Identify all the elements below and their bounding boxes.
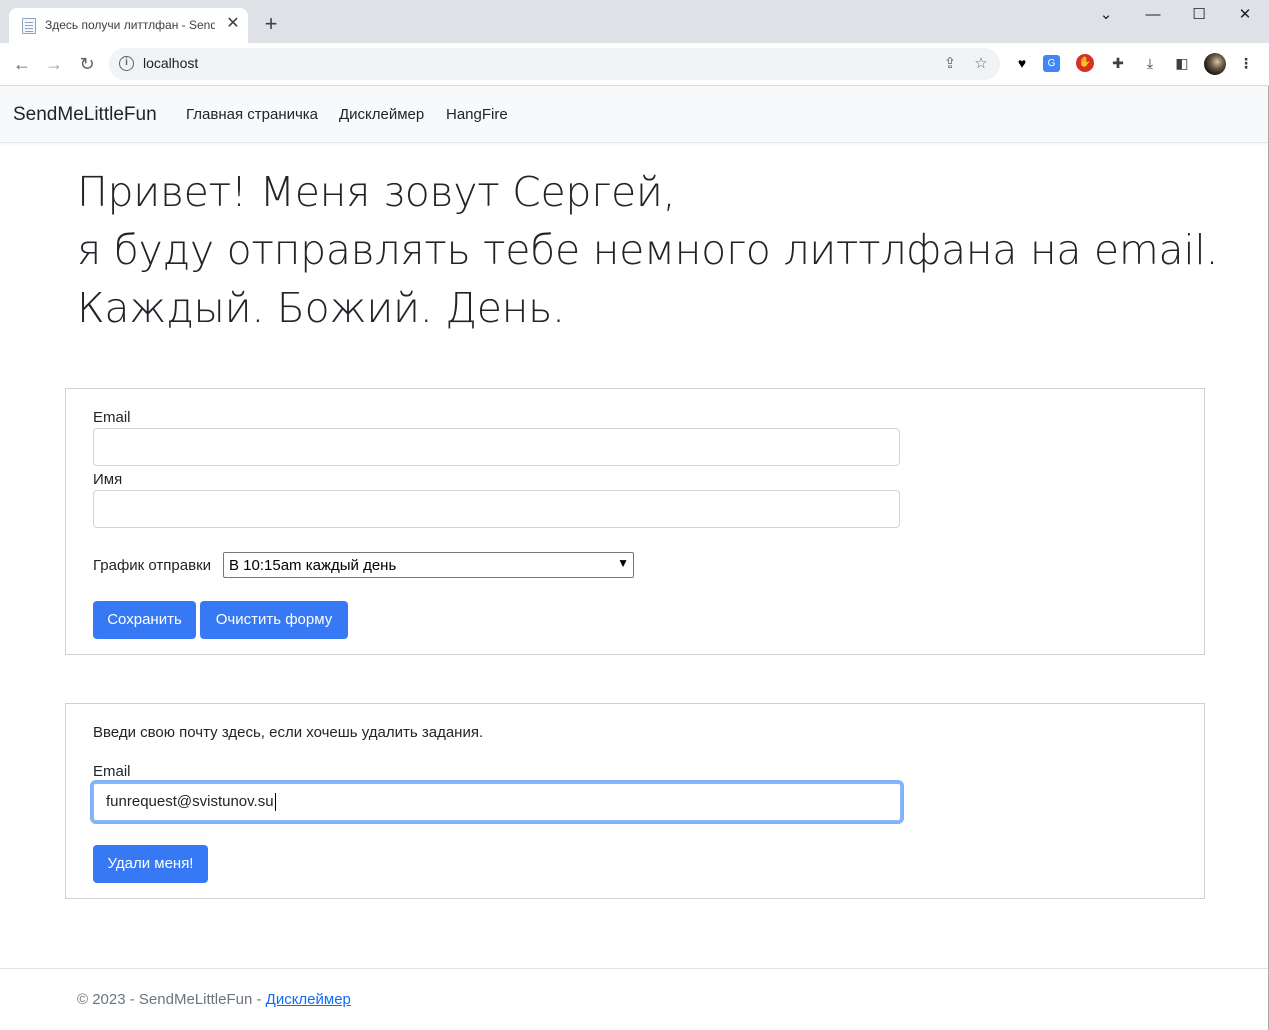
- footer-disclaimer-link[interactable]: Дисклеймер: [266, 991, 351, 1008]
- puzzle-icon[interactable]: ✚: [1108, 53, 1128, 73]
- nav-link-home[interactable]: Главная страничка: [186, 106, 318, 123]
- minimize-icon[interactable]: —: [1130, 0, 1176, 32]
- browser-tabstrip: Здесь получи литтлфан - SendMeLittleFun …: [0, 0, 1269, 43]
- brand-link[interactable]: SendMeLittleFun: [13, 104, 157, 126]
- delete-email-value: funrequest@svistunov.su: [106, 793, 274, 810]
- footer-text: © 2023 - SendMeLittleFun - Дисклеймер: [77, 991, 351, 1008]
- tab-title: Здесь получи литтлфан - SendMeLittleFun: [45, 18, 215, 32]
- share-icon[interactable]: ⇪: [939, 53, 961, 75]
- chevron-down-icon: ▼: [617, 556, 629, 570]
- address-bar[interactable]: i localhost ⇪ ☆: [109, 48, 1000, 80]
- footer: © 2023 - SendMeLittleFun - Дисклеймер: [0, 968, 1269, 1030]
- delete-email-field[interactable]: funrequest@svistunov.su: [92, 782, 902, 822]
- schedule-selected-value: В 10:15am каждый день: [229, 557, 397, 574]
- save-button[interactable]: Сохранить: [93, 601, 196, 639]
- new-tab-icon[interactable]: +: [260, 13, 282, 35]
- schedule-label: График отправки: [93, 557, 212, 574]
- page-favicon-icon: [22, 18, 36, 34]
- translate-icon[interactable]: G: [1043, 55, 1060, 72]
- sidepanel-icon[interactable]: ◧: [1172, 53, 1192, 73]
- hero-line: Привет! Меня зовут Сергей,: [77, 168, 676, 216]
- footer-copyright: © 2023 - SendMeLittleFun -: [77, 991, 266, 1008]
- profile-avatar[interactable]: [1204, 53, 1226, 75]
- forward-icon[interactable]: →: [42, 52, 66, 76]
- info-icon[interactable]: i: [119, 56, 134, 71]
- delete-me-button[interactable]: Удали меня!: [93, 845, 208, 883]
- stop-extension-icon[interactable]: ✋: [1076, 54, 1094, 72]
- tab-search-icon[interactable]: ⌄: [1083, 0, 1129, 32]
- name-field[interactable]: [93, 490, 900, 528]
- delete-email-label: Email: [93, 763, 131, 780]
- delete-form: Введи свою почту здесь, если хочешь удал…: [65, 703, 1205, 899]
- maximize-icon[interactable]: ☐: [1176, 0, 1222, 32]
- site-navbar: SendMeLittleFun Главная страничка Дискле…: [0, 86, 1269, 143]
- nav-link-hangfire[interactable]: HangFire: [446, 106, 508, 123]
- name-label: Имя: [93, 471, 123, 488]
- browser-tab[interactable]: Здесь получи литтлфан - SendMeLittleFun …: [9, 8, 248, 43]
- address-url[interactable]: localhost: [143, 55, 198, 71]
- delete-hint: Введи свою почту здесь, если хочешь удал…: [93, 724, 484, 741]
- pocket-icon[interactable]: ♥: [1012, 53, 1032, 73]
- email-label: Email: [93, 409, 131, 426]
- star-icon[interactable]: ☆: [970, 53, 992, 75]
- hero-line: Каждый. Божий. День.: [77, 284, 565, 332]
- hero-heading: Привет! Меня зовут Сергей, я буду отправ…: [77, 163, 1227, 337]
- close-window-icon[interactable]: ✕: [1222, 0, 1268, 32]
- back-icon[interactable]: ←: [10, 52, 34, 76]
- clear-form-button[interactable]: Очистить форму: [200, 601, 348, 639]
- subscribe-form: Email Имя График отправки В 10:15am кажд…: [65, 388, 1205, 655]
- hero-line: я буду отправлять тебе немного литтлфана…: [77, 226, 1219, 274]
- schedule-select[interactable]: В 10:15am каждый день ▼: [223, 552, 634, 578]
- reload-icon[interactable]: ↻: [75, 52, 99, 76]
- kebab-menu-icon[interactable]: ⋮: [1236, 53, 1256, 73]
- browser-toolbar: ← → ↻ i localhost ⇪ ☆ ♥ G ✋ ✚ ⤓ ◧ ⋮: [0, 43, 1269, 86]
- download-icon[interactable]: ⤓: [1140, 53, 1160, 73]
- close-tab-icon[interactable]: ✕: [224, 15, 242, 33]
- nav-link-disclaimer[interactable]: Дисклеймер: [339, 106, 424, 123]
- email-field[interactable]: [93, 428, 900, 466]
- text-caret: [274, 793, 276, 812]
